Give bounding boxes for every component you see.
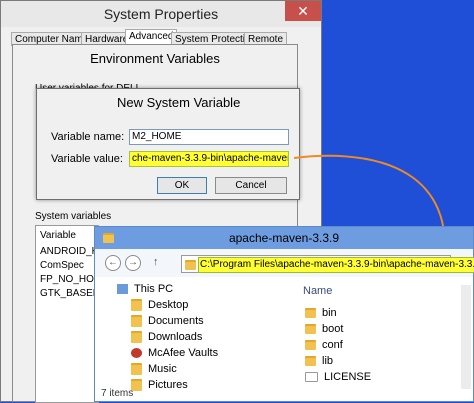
- folder-icon: [305, 356, 316, 367]
- navigation-bar: ← → ↑ C:\Program Files\apache-maven-3.3.…: [95, 249, 474, 277]
- file-item-boot[interactable]: boot: [305, 323, 343, 335]
- nav-item-documents[interactable]: Documents: [131, 315, 204, 328]
- nav-item-music[interactable]: Music: [131, 363, 177, 376]
- nav-item-label: Music: [148, 363, 177, 375]
- file-label: bin: [322, 307, 337, 319]
- computer-icon: [117, 284, 128, 295]
- documents-icon: [131, 315, 142, 328]
- address-bar[interactable]: C:\Program Files\apache-maven-3.3.9-bin\…: [181, 255, 474, 273]
- nav-item-mcafee-vaults[interactable]: McAfee Vaults: [131, 347, 218, 359]
- file-item-license[interactable]: LICENSE: [305, 371, 371, 383]
- explorer-titlebar[interactable]: apache-maven-3.3.9: [95, 227, 473, 249]
- folder-icon: [305, 340, 316, 351]
- nav-item-label: McAfee Vaults: [148, 347, 219, 359]
- forward-button[interactable]: →: [125, 255, 141, 271]
- file-item-conf[interactable]: conf: [305, 339, 343, 351]
- nav-item-this-pc[interactable]: This PC: [117, 283, 173, 295]
- scrollbar[interactable]: [461, 285, 471, 389]
- downloads-icon: [131, 331, 142, 344]
- nav-item-label: Desktop: [148, 299, 189, 311]
- window-title: apache-maven-3.3.9: [228, 231, 340, 245]
- file-label: conf: [322, 339, 343, 351]
- mcafee-icon: [131, 348, 142, 359]
- nav-item-desktop[interactable]: Desktop: [131, 299, 189, 312]
- nav-item-label: This PC: [134, 283, 174, 295]
- folder-icon: [305, 308, 316, 319]
- back-button[interactable]: ←: [105, 255, 121, 271]
- desktop-icon: [131, 299, 142, 312]
- folder-icon: [185, 260, 196, 270]
- file-label: LICENSE: [324, 371, 372, 383]
- folder-icon: [305, 324, 316, 335]
- nav-item-downloads[interactable]: Downloads: [131, 331, 203, 344]
- address-path[interactable]: C:\Program Files\apache-maven-3.3.9-bin\…: [198, 257, 474, 273]
- up-button[interactable]: ↑: [153, 256, 159, 268]
- file-item-bin[interactable]: bin: [305, 307, 337, 319]
- file-label: boot: [322, 323, 344, 335]
- column-header-name[interactable]: Name: [303, 285, 332, 297]
- music-icon: [131, 363, 142, 376]
- nav-item-label: Documents: [148, 315, 204, 327]
- explorer-window: apache-maven-3.3.9 ← → ↑ C:\Program File…: [94, 226, 474, 402]
- file-item-lib[interactable]: lib: [305, 355, 333, 367]
- file-icon: [305, 372, 318, 383]
- file-label: lib: [322, 355, 334, 367]
- status-bar: 7 items: [101, 388, 134, 399]
- nav-item-label: Downloads: [148, 331, 203, 343]
